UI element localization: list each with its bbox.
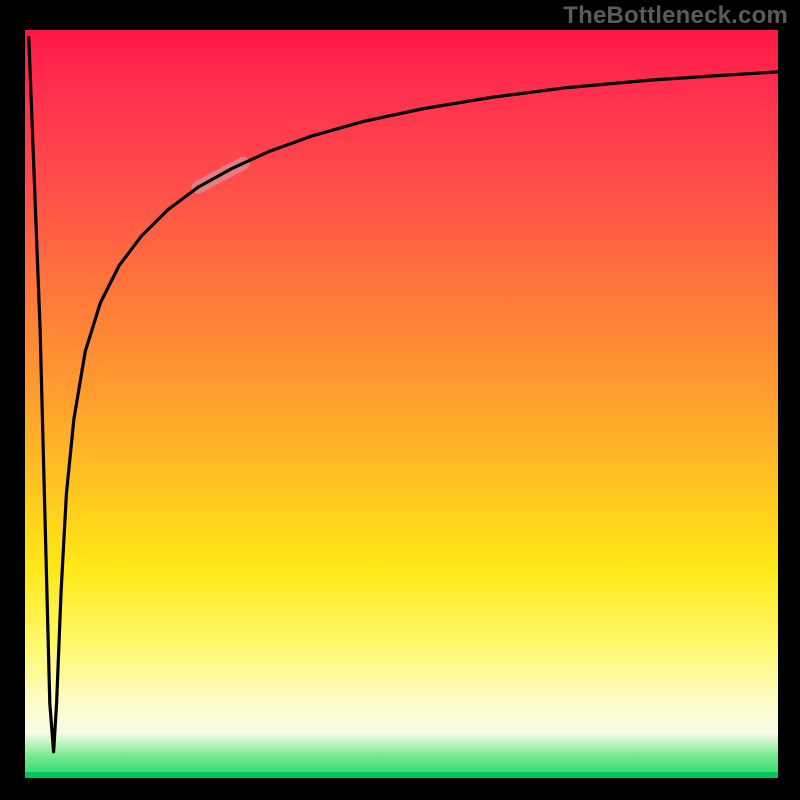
plot-area <box>25 30 778 778</box>
chart-frame: TheBottleneck.com <box>0 0 800 800</box>
watermark-text: TheBottleneck.com <box>563 2 788 30</box>
bottleneck-curve <box>29 38 778 752</box>
curve-layer <box>25 30 778 778</box>
